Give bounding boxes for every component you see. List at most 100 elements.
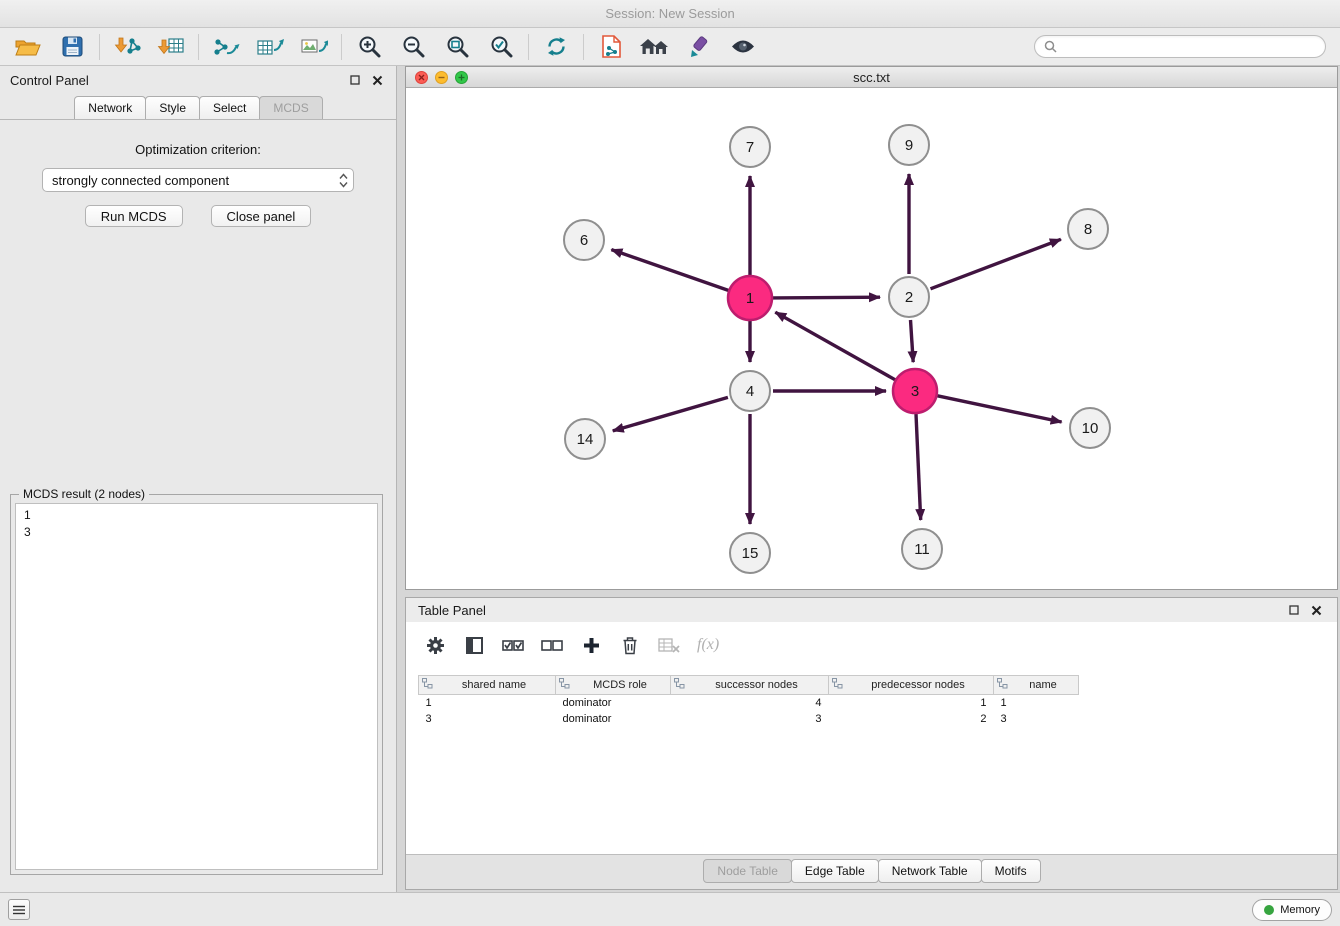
network-file-icon xyxy=(601,35,622,58)
column-browser-icon xyxy=(466,637,483,654)
network-canvas[interactable]: 7968124314101511 xyxy=(406,88,1337,589)
export-image-button[interactable] xyxy=(292,30,336,64)
table-row[interactable]: 1dominator411 xyxy=(419,695,1319,711)
minimize-window-button[interactable] xyxy=(435,71,448,84)
cell-successor-nodes[interactable]: 4 xyxy=(671,695,829,711)
deselect-all-columns-button[interactable] xyxy=(541,632,563,658)
network-view-window: scc.txt 7968124314101511 xyxy=(405,66,1338,590)
delete-table-button[interactable] xyxy=(658,632,680,658)
table-panel-title: Table Panel xyxy=(418,603,486,618)
zoom-selected-button[interactable] xyxy=(479,30,523,64)
memory-button[interactable]: Memory xyxy=(1252,899,1332,921)
select-all-columns-button[interactable] xyxy=(502,632,524,658)
home-icon xyxy=(639,36,671,57)
control-panel: Control Panel NetworkStyleSelectMCDS Opt… xyxy=(0,66,397,892)
cell-name[interactable]: 1 xyxy=(994,695,1079,711)
close-icon xyxy=(1311,605,1322,616)
column-header-name[interactable]: name xyxy=(994,676,1079,695)
save-session-button[interactable] xyxy=(50,30,94,64)
zoom-out-button[interactable] xyxy=(391,30,435,64)
graph-node-label-3: 3 xyxy=(911,383,919,400)
column-header-mcds-role[interactable]: MCDS role xyxy=(556,676,671,695)
tab-network[interactable]: Network xyxy=(74,96,146,119)
tab-network-table[interactable]: Network Table xyxy=(878,859,982,883)
zoom-in-button[interactable] xyxy=(347,30,391,64)
tab-edge-table[interactable]: Edge Table xyxy=(791,859,879,883)
function-builder-button[interactable]: f(x) xyxy=(697,632,719,658)
graph-edge-1-6[interactable] xyxy=(611,250,728,291)
import-network-file-button[interactable] xyxy=(105,30,149,64)
network-file-button[interactable] xyxy=(589,30,633,64)
deselect-all-icon xyxy=(541,637,563,653)
tab-mcds[interactable]: MCDS xyxy=(259,96,322,119)
open-session-button[interactable] xyxy=(6,30,50,64)
cell-shared-name[interactable]: 1 xyxy=(419,695,556,711)
delete-column-button[interactable] xyxy=(619,632,641,658)
style-brush-button[interactable] xyxy=(677,30,721,64)
save-session-icon xyxy=(62,36,83,57)
network-graph: 7968124314101511 xyxy=(406,88,1337,589)
close-panel-button[interactable] xyxy=(368,71,386,89)
export-network-icon xyxy=(212,36,240,58)
cell-filler xyxy=(1079,695,1319,711)
traffic-lights xyxy=(415,71,468,84)
float-icon xyxy=(1289,605,1299,615)
graph-edge-3-1[interactable] xyxy=(775,312,895,380)
export-network-button[interactable] xyxy=(204,30,248,64)
tab-style[interactable]: Style xyxy=(145,96,200,119)
search-field[interactable] xyxy=(1034,35,1326,58)
import-table-file-button[interactable] xyxy=(149,30,193,64)
zoom-glyph-icon xyxy=(458,74,465,81)
table-settings-button[interactable] xyxy=(424,632,446,658)
zoom-fit-button[interactable] xyxy=(435,30,479,64)
attribute-type-icon xyxy=(559,678,570,692)
graph-node-label-15: 15 xyxy=(742,545,759,562)
cell-mcds-role[interactable]: dominator xyxy=(556,695,671,711)
column-browser-button[interactable] xyxy=(463,632,485,658)
cell-name[interactable]: 3 xyxy=(994,711,1079,727)
search-input[interactable] xyxy=(1063,40,1316,54)
graph-edge-3-10[interactable] xyxy=(938,396,1062,422)
tab-motifs[interactable]: Motifs xyxy=(981,859,1041,883)
refresh-button[interactable] xyxy=(534,30,578,64)
float-table-panel-button[interactable] xyxy=(1285,601,1303,619)
close-window-button[interactable] xyxy=(415,71,428,84)
float-panel-button[interactable] xyxy=(346,71,364,89)
column-header-shared-name[interactable]: shared name xyxy=(419,676,556,695)
graph-edge-3-11[interactable] xyxy=(916,414,921,520)
tab-select[interactable]: Select xyxy=(199,96,260,119)
close-table-panel-button[interactable] xyxy=(1307,601,1325,619)
graph-edge-2-8[interactable] xyxy=(931,239,1061,288)
network-window-title: scc.txt xyxy=(853,70,890,85)
export-table-button[interactable] xyxy=(248,30,292,64)
cell-mcds-role[interactable]: dominator xyxy=(556,711,671,727)
show-details-button[interactable] xyxy=(721,30,765,64)
graph-node-label-4: 4 xyxy=(746,383,754,400)
column-header-successor-nodes[interactable]: successor nodes xyxy=(671,676,829,695)
graph-edge-1-2[interactable] xyxy=(773,297,880,298)
zoom-window-button[interactable] xyxy=(455,71,468,84)
graph-edge-2-3[interactable] xyxy=(911,320,914,362)
home-button[interactable] xyxy=(633,30,677,64)
column-header-predecessor-nodes[interactable]: predecessor nodes xyxy=(829,676,994,695)
cell-predecessor-nodes[interactable]: 1 xyxy=(829,695,994,711)
select-all-icon xyxy=(502,637,524,653)
run-mcds-button[interactable]: Run MCDS xyxy=(85,205,183,227)
table-body: 1dominator4113dominator323 xyxy=(419,695,1319,727)
cell-shared-name[interactable]: 3 xyxy=(419,711,556,727)
network-window-titlebar[interactable]: scc.txt xyxy=(406,67,1337,88)
main-toolbar xyxy=(0,28,1340,66)
add-column-button[interactable] xyxy=(580,632,602,658)
close-panel-action-button[interactable]: Close panel xyxy=(211,205,312,227)
cell-predecessor-nodes[interactable]: 2 xyxy=(829,711,994,727)
graph-edge-4-14[interactable] xyxy=(613,397,728,431)
mcds-result-list[interactable]: 13 xyxy=(15,503,378,870)
tab-node-table[interactable]: Node Table xyxy=(703,859,792,883)
table-row[interactable]: 3dominator323 xyxy=(419,711,1319,727)
graph-node-label-1: 1 xyxy=(746,290,754,307)
optimization-criterion-label: Optimization criterion: xyxy=(0,142,396,157)
cell-successor-nodes[interactable]: 3 xyxy=(671,711,829,727)
graph-node-label-9: 9 xyxy=(905,137,913,154)
criterion-dropdown[interactable]: strongly connected component xyxy=(42,168,354,192)
panel-menu-button[interactable] xyxy=(8,899,30,920)
